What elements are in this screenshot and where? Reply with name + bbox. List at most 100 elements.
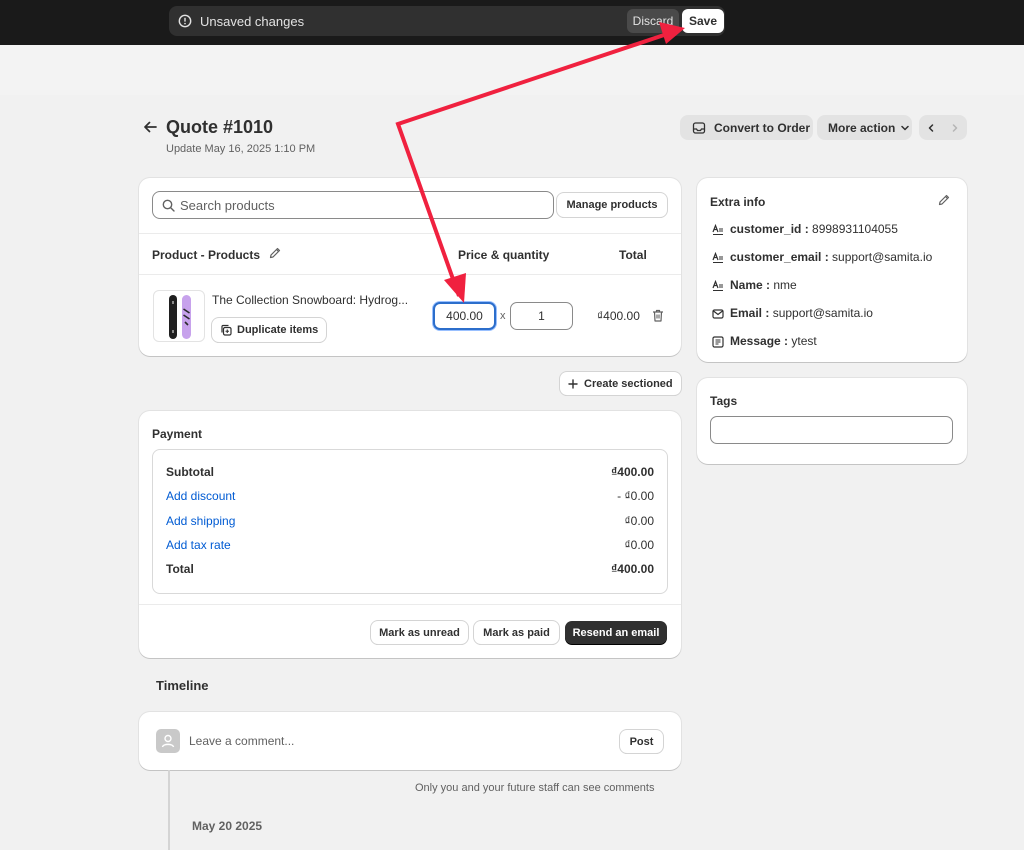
pagination	[919, 115, 967, 140]
pencil-icon[interactable]	[937, 193, 951, 207]
plus-icon	[568, 378, 578, 389]
discount-value: - ₫0.00	[617, 489, 654, 503]
page-header-band	[0, 45, 1024, 95]
previous-button[interactable]	[919, 115, 943, 140]
payment-title: Payment	[152, 427, 203, 441]
create-section-button[interactable]: Create sectioned	[560, 372, 681, 395]
post-button[interactable]: Post	[620, 730, 663, 753]
info-row-email: Email : support@samita.io	[712, 306, 873, 320]
trash-icon[interactable]	[652, 309, 664, 322]
manage-products-button[interactable]: Manage products	[557, 193, 667, 217]
timeline-title: Timeline	[156, 678, 209, 693]
payment-row-total: Total ₫400.00	[166, 562, 654, 578]
payment-row-tax: Add tax rate ₫0.00	[166, 538, 654, 554]
contextual-save-bar: Unsaved changes Discard Save	[169, 6, 725, 36]
product-thumbnail	[153, 290, 205, 342]
duplicate-items-button[interactable]: Duplicate items	[212, 318, 326, 342]
search-icon	[162, 199, 175, 212]
total-label: Total	[166, 562, 194, 576]
product-search-box	[152, 191, 554, 219]
info-row-message: Message : ytest	[712, 334, 817, 348]
info-key: Email :	[730, 306, 770, 320]
info-row-name: Name : nme	[712, 278, 797, 292]
convert-to-order-label: Convert to Order	[714, 120, 811, 135]
times-sign: x	[500, 310, 506, 322]
unsaved-changes-message: Unsaved changes	[200, 14, 305, 29]
info-row-customer-id: customer_id : 8998931104055	[712, 222, 898, 236]
mark-as-unread-button[interactable]: Mark as unread	[371, 621, 468, 644]
info-key: customer_email :	[730, 250, 829, 264]
next-button	[943, 115, 967, 140]
note-icon	[712, 336, 724, 348]
products-card: Manage products Product - Products Price…	[139, 178, 681, 356]
staff-note: Only you and your future staff can see c…	[415, 782, 655, 794]
subtotal-value: ₫400.00	[611, 465, 654, 479]
payment-card: Payment Subtotal ₫400.00 Add discount - …	[139, 411, 681, 658]
divider	[139, 604, 681, 605]
text-field-icon	[712, 223, 723, 236]
product-search-input[interactable]	[180, 196, 540, 214]
inbox-icon	[692, 121, 706, 134]
tax-value: ₫0.00	[624, 538, 654, 552]
info-value: support@samita.io	[828, 250, 933, 264]
timeline-date: May 20 2025	[192, 819, 263, 833]
chevron-down-icon	[901, 125, 910, 130]
mark-as-paid-button[interactable]: Mark as paid	[474, 621, 559, 644]
page-title: Quote #1010	[166, 117, 274, 137]
resend-email-button[interactable]: Resend an email	[565, 621, 667, 644]
text-field-icon	[712, 279, 723, 292]
user-icon	[161, 734, 175, 748]
envelope-icon	[712, 309, 724, 319]
shipping-value: ₫0.00	[624, 514, 654, 528]
column-header-price-quantity: Price & quantity	[458, 248, 550, 262]
total-value: ₫400.00	[611, 562, 654, 576]
duplicate-items-label: Duplicate items	[237, 324, 319, 336]
convert-to-order-button[interactable]: Convert to Order	[680, 115, 813, 140]
payment-row-subtotal: Subtotal ₫400.00	[166, 465, 654, 481]
alert-circle-icon	[178, 14, 192, 28]
info-value: nme	[770, 278, 797, 292]
column-header-product: Product - Products	[152, 248, 261, 262]
payment-summary: Subtotal ₫400.00 Add discount - ₫0.00 Ad…	[152, 449, 668, 594]
add-tax-rate-link[interactable]: Add tax rate	[166, 538, 231, 552]
quantity-input[interactable]	[510, 302, 573, 330]
text-field-icon	[712, 251, 723, 264]
info-key: Message :	[730, 334, 789, 348]
payment-row-shipping: Add shipping ₫0.00	[166, 514, 654, 530]
line-total: ₫400.00	[597, 309, 640, 323]
info-key: Name :	[730, 278, 771, 292]
avatar	[156, 729, 180, 753]
create-section-label: Create sectioned	[584, 377, 673, 390]
more-actions-label: More action	[828, 120, 896, 135]
top-bar: Unsaved changes Discard Save	[0, 0, 1024, 45]
price-input[interactable]	[433, 302, 496, 330]
tags-title: Tags	[710, 394, 738, 408]
chevron-left-icon	[928, 123, 934, 132]
pencil-icon[interactable]	[268, 246, 282, 260]
column-header-total: Total	[619, 248, 647, 262]
info-value: support@samita.io	[769, 306, 873, 320]
product-name: The Collection Snowboard: Hydrog...	[212, 293, 409, 307]
extra-info-title: Extra info	[710, 195, 766, 209]
comment-card: Post	[139, 712, 681, 770]
subtotal-label: Subtotal	[166, 465, 214, 479]
comment-input[interactable]	[189, 732, 609, 750]
tags-card: Tags	[697, 378, 967, 464]
discard-button[interactable]: Discard	[627, 9, 679, 33]
info-value: ytest	[788, 334, 817, 348]
save-button[interactable]: Save	[682, 9, 724, 33]
payment-row-discount: Add discount - ₫0.00	[166, 489, 654, 505]
page-subtitle: Update May 16, 2025 1:10 PM	[166, 143, 316, 155]
add-discount-link[interactable]: Add discount	[166, 489, 235, 503]
products-table-header: Product - Products Price & quantity Tota…	[139, 233, 681, 275]
tags-input[interactable]	[710, 416, 953, 444]
info-value: 8998931104055	[808, 222, 898, 236]
info-key: customer_id :	[730, 222, 809, 236]
extra-info-card: Extra info customer_id : 8998931104055 c…	[697, 178, 967, 362]
more-actions-button[interactable]: More action	[817, 115, 912, 140]
add-shipping-link[interactable]: Add shipping	[166, 514, 235, 528]
arrow-left-icon[interactable]	[141, 118, 159, 136]
snowboard-image	[169, 295, 191, 339]
duplicate-icon	[221, 324, 232, 336]
timeline-line	[168, 770, 170, 850]
